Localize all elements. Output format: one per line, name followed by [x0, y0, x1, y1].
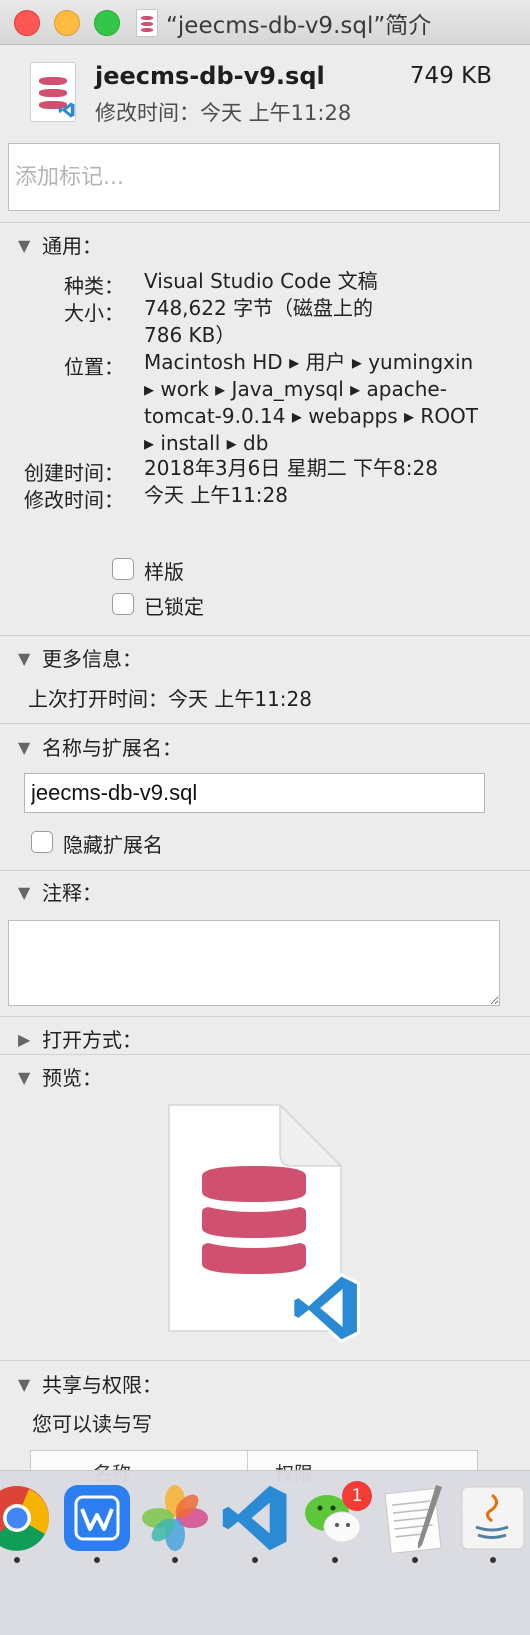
title-bar[interactable]: “jeecms-db-v9.sql”简介: [0, 0, 530, 45]
modified-value: 今天 上午11:28: [144, 483, 288, 507]
divider: [0, 870, 530, 871]
section-sharing-toggle[interactable]: ▼ 共享与权限：: [0, 1369, 530, 1399]
minimize-button[interactable]: [54, 10, 80, 36]
where-value: tomcat-9.0.14 ▸ webapps ▸ ROOT: [144, 404, 479, 428]
running-indicator: [332, 1557, 338, 1563]
disclosure-closed-icon: ▶: [18, 1030, 31, 1049]
section-comments-title: 注释：: [42, 881, 102, 905]
divider: [0, 723, 530, 724]
divider: [0, 1054, 530, 1055]
divider: [0, 1360, 530, 1361]
hide-extension-checkbox[interactable]: [31, 831, 53, 853]
name-ext-field[interactable]: [24, 773, 485, 813]
locked-checkbox[interactable]: [112, 593, 134, 615]
running-indicator: [412, 1557, 418, 1563]
locked-label: 已锁定: [144, 595, 204, 619]
modified-label: 修改时间：: [24, 488, 124, 512]
stationery-checkbox[interactable]: [112, 558, 134, 580]
size-label: 大小：: [64, 301, 124, 325]
disclosure-open-icon: ▼: [18, 1375, 31, 1394]
section-more-info-toggle[interactable]: ▼ 更多信息：: [0, 643, 530, 673]
java-icon[interactable]: [458, 1483, 528, 1553]
file-modified: 修改时间：今天 上午11:28: [95, 101, 352, 125]
file-name: jeecms-db-v9.sql: [95, 62, 325, 90]
section-more-info-title: 更多信息：: [42, 647, 142, 671]
window-title: “jeecms-db-v9.sql”简介: [166, 13, 432, 39]
running-indicator: [94, 1557, 100, 1563]
created-value: 2018年3月6日 星期二 下午8:28: [144, 456, 438, 480]
last-opened: 上次打开时间：今天 上午11:28: [28, 687, 312, 711]
divider: [0, 635, 530, 636]
divider: [0, 222, 530, 223]
running-indicator: [14, 1557, 20, 1563]
running-indicator: [172, 1557, 178, 1563]
sql-file-icon: [136, 9, 158, 37]
where-label: 位置：: [64, 355, 124, 379]
section-preview-toggle[interactable]: ▼ 预览：: [0, 1062, 530, 1092]
section-open-with-toggle[interactable]: ▶ 打开方式：: [0, 1024, 530, 1054]
dock: 1: [0, 1470, 530, 1635]
notification-badge: 1: [342, 1481, 372, 1511]
vscode-icon[interactable]: [220, 1483, 290, 1553]
size-value: 748,622 字节（磁盘上的: [144, 296, 374, 320]
close-button[interactable]: [14, 10, 40, 36]
comments-textarea[interactable]: [8, 920, 500, 1006]
wps-icon[interactable]: [62, 1483, 132, 1553]
section-comments-toggle[interactable]: ▼ 注释：: [0, 877, 530, 907]
section-general-toggle[interactable]: ▼ 通用：: [0, 230, 530, 260]
vscode-overlay-icon: [291, 1273, 360, 1343]
info-window: “jeecms-db-v9.sql”简介 jeecms-db-v9.sql 74…: [0, 0, 530, 1530]
where-value: ▸ install ▸ db: [144, 431, 269, 455]
divider: [0, 1016, 530, 1017]
photos-icon[interactable]: [140, 1483, 210, 1553]
disclosure-open-icon: ▼: [18, 738, 31, 757]
disclosure-open-icon: ▼: [18, 883, 31, 902]
running-indicator: [252, 1557, 258, 1563]
section-open-with-title: 打开方式：: [42, 1028, 142, 1052]
disclosure-open-icon: ▼: [18, 236, 31, 255]
section-general-title: 通用：: [42, 234, 102, 258]
size-value-disk: 786 KB）: [144, 323, 236, 347]
vscode-badge-icon: [58, 102, 75, 118]
section-preview-title: 预览：: [42, 1066, 102, 1090]
textedit-icon[interactable]: [380, 1483, 450, 1553]
where-value: ▸ work ▸ Java_mysql ▸ apache-: [144, 377, 447, 401]
zoom-button[interactable]: [94, 10, 120, 36]
disclosure-open-icon: ▼: [18, 649, 31, 668]
stationery-label: 样版: [144, 560, 184, 584]
section-name-ext-title: 名称与扩展名：: [42, 736, 182, 760]
section-name-ext-toggle[interactable]: ▼ 名称与扩展名：: [0, 732, 530, 762]
chrome-icon[interactable]: [0, 1483, 52, 1553]
sharing-status: 您可以读与写: [32, 1412, 152, 1436]
where-value: Macintosh HD ▸ 用户 ▸ yumingxin: [144, 350, 474, 374]
section-sharing-title: 共享与权限：: [42, 1373, 162, 1397]
hide-extension-label: 隐藏扩展名: [63, 833, 163, 857]
tags-input[interactable]: [8, 143, 500, 211]
created-label: 创建时间：: [24, 461, 124, 485]
kind-label: 种类：: [64, 274, 124, 298]
file-size: 749 KB: [409, 63, 492, 89]
disclosure-open-icon: ▼: [18, 1068, 31, 1087]
kind-value: Visual Studio Code 文稿: [144, 269, 378, 293]
running-indicator: [490, 1557, 496, 1563]
